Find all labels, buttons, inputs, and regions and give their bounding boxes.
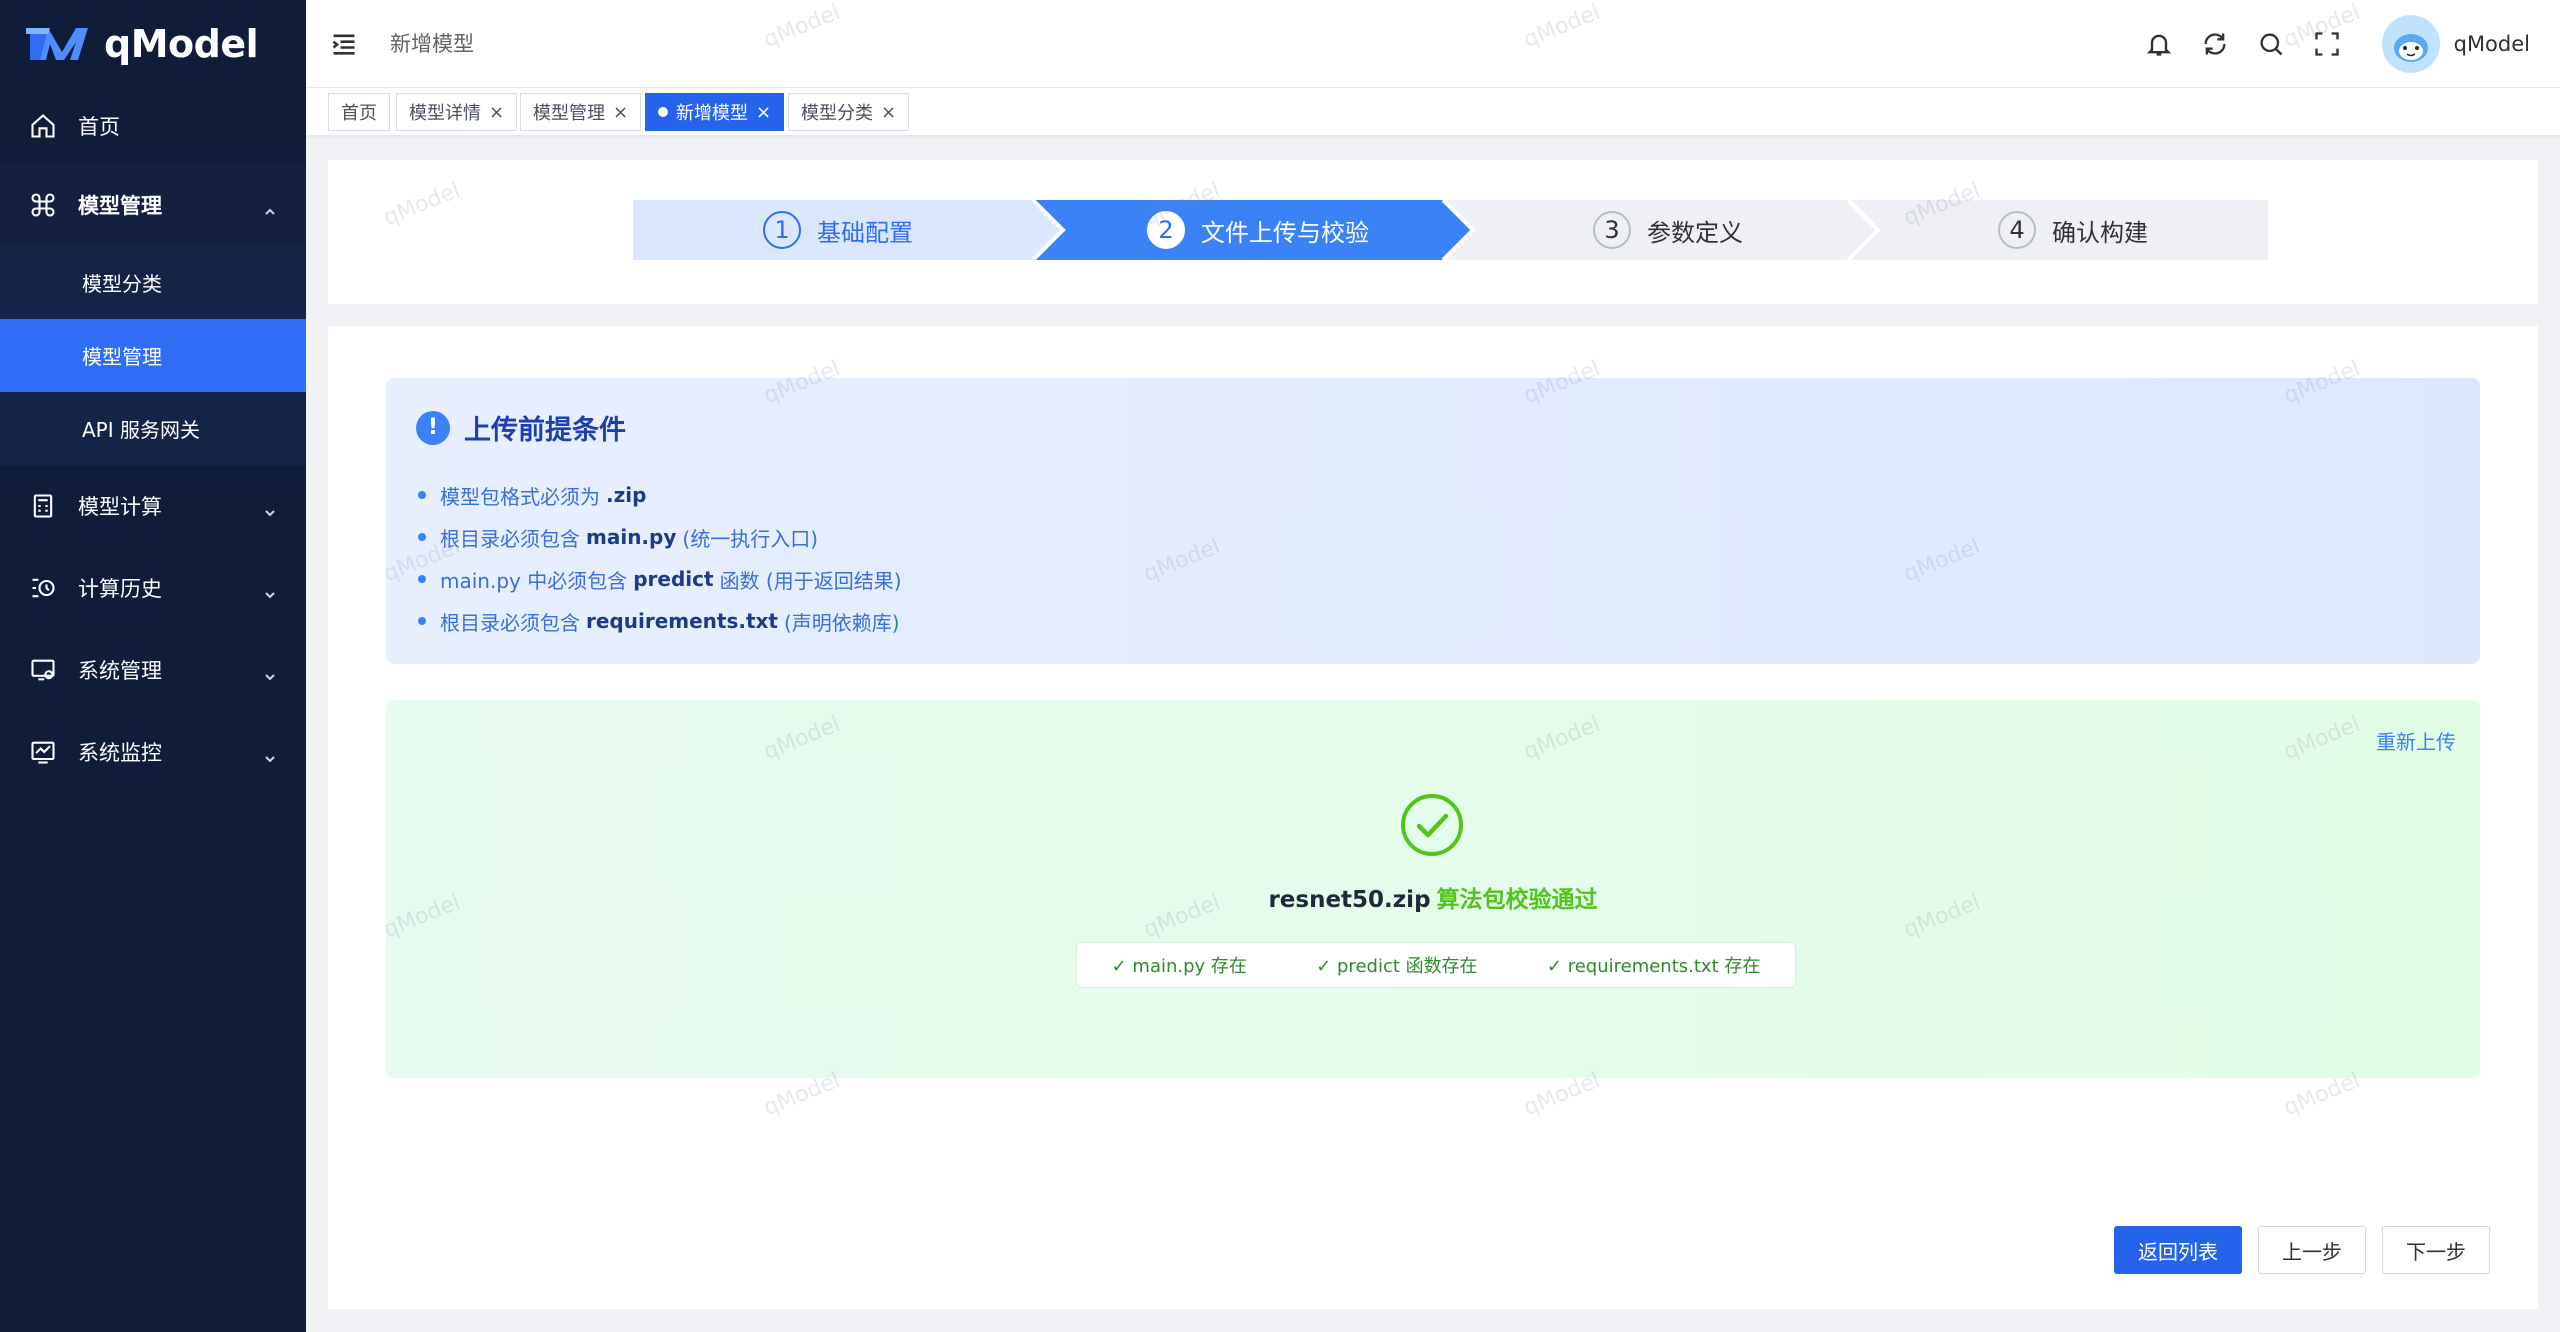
chevron-up-icon	[264, 199, 276, 215]
history-icon	[28, 573, 58, 603]
prerequisites-title-text: 上传前提条件	[464, 415, 626, 446]
close-icon[interactable]: ×	[756, 102, 771, 123]
top-header: 新增模型 qModel	[306, 0, 2560, 88]
tag-model-detail[interactable]: 模型详情 ×	[396, 93, 518, 131]
step-number: 4	[1998, 211, 2036, 249]
home-icon	[28, 111, 58, 141]
validation-checks: ✓ main.py 存在 ✓ predict 函数存在 ✓ requiremen…	[1076, 942, 1796, 988]
back-to-list-button[interactable]: 返回列表	[2114, 1226, 2242, 1274]
check-item: ✓ requirements.txt 存在	[1546, 956, 1761, 977]
active-dot	[658, 107, 668, 117]
sidebar-item-system-monitor[interactable]: 系统监控	[0, 711, 306, 793]
logo[interactable]: qModel	[0, 0, 306, 88]
sidebar: qModel 首页 模型管理 模型分类 模型管理 API 服务网关 模型计算 计…	[0, 0, 306, 1332]
step-basic-config[interactable]: 1 基础配置	[633, 200, 1043, 260]
chevron-down-icon	[264, 500, 276, 517]
prerequisites-title: ! 上传前提条件	[416, 408, 626, 447]
tag-label: 新增模型	[676, 103, 748, 124]
tag-label: 模型管理	[533, 103, 605, 124]
list-item: 模型包格式必须为 .zip	[418, 474, 902, 516]
tag-home[interactable]: 首页	[328, 93, 390, 131]
sidebar-item-label: 系统管理	[78, 659, 162, 683]
settings-monitor-icon	[28, 655, 58, 685]
sidebar-item-model-category[interactable]: 模型分类	[0, 246, 306, 319]
step-confirm-build[interactable]: 4 确认构建	[1873, 200, 2273, 260]
step-label: 确认构建	[2052, 218, 2148, 247]
sidebar-item-model-list[interactable]: 模型管理	[0, 319, 306, 392]
check-circle-icon	[1399, 792, 1465, 858]
upload-card: ! 上传前提条件 模型包格式必须为 .zip 根目录必须包含 main.py (统一执…	[328, 326, 2538, 1309]
step-file-upload[interactable]: 2 文件上传与校验	[1058, 200, 1458, 260]
refresh-icon[interactable]	[2200, 29, 2230, 59]
calculator-icon	[28, 491, 58, 521]
next-step-button[interactable]: 下一步	[2382, 1226, 2490, 1274]
step-label: 文件上传与校验	[1201, 218, 1369, 247]
tag-label: 模型分类	[801, 103, 873, 124]
reupload-link[interactable]: 重新上传	[2376, 726, 2456, 755]
tag-label: 首页	[341, 103, 377, 124]
sidebar-item-label: API 服务网关	[82, 418, 200, 442]
close-icon[interactable]: ×	[881, 102, 896, 123]
prerequisites-panel: ! 上传前提条件 模型包格式必须为 .zip 根目录必须包含 main.py (统一执…	[386, 378, 2480, 664]
validation-result: resnet50.zip 算法包校验通过	[386, 880, 2480, 914]
sidebar-item-model-compute[interactable]: 模型计算	[0, 465, 306, 547]
list-item: main.py 中必须包含 predict 函数 (用于返回结果)	[418, 558, 902, 600]
tags-view: 首页 模型详情 × 模型管理 × 新增模型 × 模型分类 ×	[306, 88, 2560, 136]
validation-status: 算法包校验通过	[1436, 887, 1598, 913]
sidebar-item-label: 模型管理	[78, 194, 162, 218]
check-item: ✓ predict 函数存在	[1316, 956, 1478, 977]
submenu: 模型分类 模型管理 API 服务网关	[0, 246, 306, 465]
breadcrumb: 新增模型	[390, 32, 474, 56]
sidebar-item-label: 模型管理	[82, 345, 162, 369]
check-item: ✓ main.py 存在	[1111, 956, 1247, 977]
step-label: 基础配置	[817, 218, 913, 247]
tag-model-category[interactable]: 模型分类 ×	[788, 93, 910, 131]
sidebar-item-label: 首页	[78, 115, 120, 139]
menu-toggle-icon[interactable]	[330, 30, 358, 58]
sidebar-item-label: 系统监控	[78, 741, 162, 765]
sidebar-item-label: 模型计算	[78, 495, 162, 519]
step-number: 3	[1593, 211, 1631, 249]
step-label: 参数定义	[1647, 218, 1743, 247]
sidebar-group-model-management: 模型管理 模型分类 模型管理 API 服务网关	[0, 164, 306, 465]
username[interactable]: qModel	[2454, 32, 2530, 56]
sidebar-item-api-gateway[interactable]: API 服务网关	[0, 392, 306, 465]
step-number: 1	[763, 211, 801, 249]
command-icon	[28, 190, 58, 220]
tag-label: 模型详情	[409, 103, 481, 124]
prev-step-button[interactable]: 上一步	[2258, 1226, 2366, 1274]
logo-text: qModel	[104, 22, 259, 66]
close-icon[interactable]: ×	[613, 102, 628, 123]
chevron-down-icon	[264, 582, 276, 599]
sidebar-item-label: 模型分类	[82, 272, 162, 296]
step-number: 2	[1147, 211, 1185, 249]
file-name: resnet50.zip	[1268, 887, 1431, 913]
chevron-down-icon	[264, 664, 276, 681]
tag-model-management[interactable]: 模型管理 ×	[520, 93, 642, 131]
header-actions: qModel	[2144, 14, 2530, 74]
upload-result-panel: 重新上传 resnet50.zip 算法包校验通过 ✓ main.py 存在 ✓ …	[386, 700, 2480, 1078]
tag-add-model[interactable]: 新增模型 ×	[645, 93, 785, 131]
step-param-define[interactable]: 3 参数定义	[1468, 200, 1868, 260]
sidebar-item-label: 计算历史	[78, 577, 162, 601]
avatar[interactable]	[2381, 15, 2440, 73]
close-icon[interactable]: ×	[489, 102, 504, 123]
sidebar-item-compute-history[interactable]: 计算历史	[0, 547, 306, 629]
steps-card: 1 基础配置 2 文件上传与校验 3 参数定义 4 确认构建	[328, 160, 2538, 304]
logo-icon	[26, 28, 88, 60]
sidebar-item-system-management[interactable]: 系统管理	[0, 629, 306, 711]
sidebar-item-model-management[interactable]: 模型管理	[0, 164, 306, 246]
list-item: 根目录必须包含 main.py (统一执行入口)	[418, 516, 902, 558]
info-icon: !	[416, 410, 450, 445]
prerequisites-list: 模型包格式必须为 .zip 根目录必须包含 main.py (统一执行入口) main…	[418, 474, 902, 642]
chevron-down-icon	[264, 746, 276, 763]
list-item: 根目录必须包含 requirements.txt (声明依赖库)	[418, 600, 902, 642]
fullscreen-icon[interactable]	[2312, 29, 2342, 59]
bell-icon[interactable]	[2144, 29, 2174, 59]
monitor-chart-icon	[28, 737, 58, 767]
search-icon[interactable]	[2256, 29, 2286, 59]
sidebar-item-home[interactable]: 首页	[0, 88, 306, 164]
